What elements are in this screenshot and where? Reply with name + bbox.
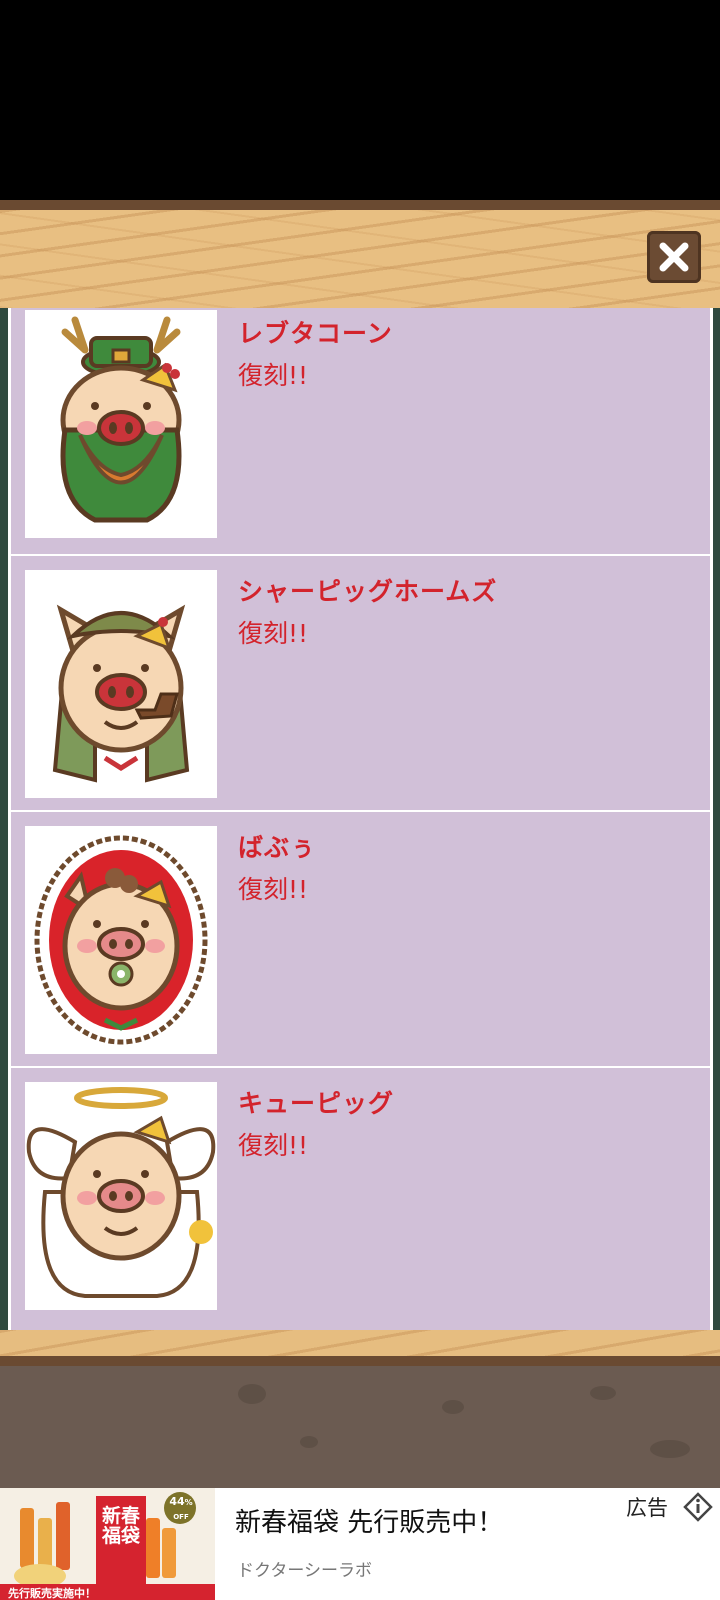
ad-title[interactable]: 新春福袋 先行販売中！	[235, 1502, 503, 1539]
ad-label: 広告	[626, 1496, 668, 1520]
character-thumbnail-reindeer-pig	[25, 310, 217, 538]
close-x-icon	[659, 242, 689, 272]
list-item[interactable]: レブタコーン 復刻!!	[11, 308, 710, 554]
ad-image-discount: 44	[169, 1495, 185, 1508]
ad-image-main-text: 新春福袋	[101, 1505, 140, 1547]
ad-advertiser[interactable]: ドクターシーラボ	[237, 1556, 372, 1581]
wooden-header-bar	[0, 200, 720, 308]
ad-image-off: OFF	[173, 1513, 189, 1521]
item-title: ばぶぅ	[238, 833, 317, 862]
item-title: シャーピッグホームズ	[238, 577, 498, 606]
character-thumbnail-angel-pig	[25, 1082, 217, 1310]
ad-image-discount-unit: %	[184, 1498, 193, 1507]
ground-area	[0, 1366, 720, 1488]
ad-banner[interactable]: 新春福袋 44% OFF 先行販売実施中！ 新春福袋 先行販売中！ ドクターシー…	[0, 1488, 720, 1600]
ad-info-icon[interactable]	[683, 1492, 713, 1522]
top-blank-area	[0, 0, 720, 200]
item-status: 復刻!!	[238, 361, 309, 390]
character-list[interactable]: レブタコーン 復刻!! シャーピッグホームズ 復刻!! ばぶぅ 復刻!! キュー…	[0, 308, 720, 1330]
ad-image[interactable]: 新春福袋 44% OFF 先行販売実施中！	[0, 1488, 215, 1600]
character-thumbnail-baby-pig	[25, 826, 217, 1054]
close-button[interactable]	[647, 231, 701, 283]
item-status: 復刻!!	[238, 619, 309, 648]
item-title: レブタコーン	[238, 319, 393, 348]
character-thumbnail-detective-pig	[25, 570, 217, 798]
wooden-footer-bar	[0, 1330, 720, 1366]
list-item[interactable]: キューピッグ 復刻!!	[11, 1068, 710, 1330]
item-status: 復刻!!	[238, 875, 309, 904]
item-title: キューピッグ	[238, 1089, 395, 1118]
item-status: 復刻!!	[238, 1131, 309, 1160]
ad-image-banner-text: 先行販売実施中！	[8, 1587, 96, 1600]
list-item[interactable]: シャーピッグホームズ 復刻!!	[11, 556, 710, 810]
list-item[interactable]: ばぶぅ 復刻!!	[11, 812, 710, 1066]
